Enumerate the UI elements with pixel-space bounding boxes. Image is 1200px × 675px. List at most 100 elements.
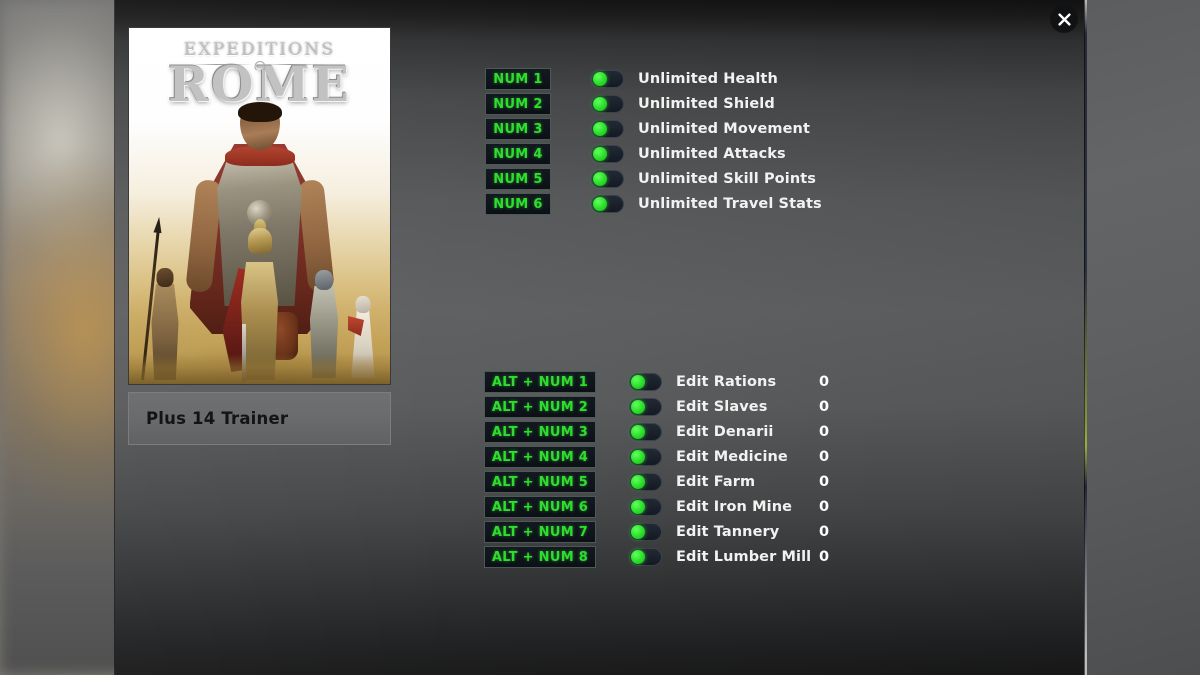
hotkey-button[interactable]: ALT + NUM 3 [484,421,596,443]
cheat-label: Edit Farm [676,474,756,490]
background-blur-left [0,0,130,675]
cheat-value[interactable]: 0 [819,449,829,465]
background-right-edge-strip [1084,0,1087,675]
cheat-row: ALT + NUM 5 Edit Farm 0 [484,471,829,493]
cheat-value[interactable]: 0 [819,524,829,540]
cheat-row: ALT + NUM 6 Edit Iron Mine 0 [484,496,829,518]
cheat-toggle[interactable] [591,195,624,213]
cheat-row: NUM 1 Unlimited Health [485,68,822,90]
cheat-value[interactable]: 0 [819,424,829,440]
close-icon [1057,12,1071,26]
cheat-value[interactable]: 0 [819,374,829,390]
robed-head [355,296,371,313]
cover-ground [129,354,390,384]
hotkey-button[interactable]: NUM 5 [485,168,551,190]
cheat-toggle[interactable] [591,120,624,138]
cheat-label: Edit Lumber Mill [676,549,812,565]
toggle-knob [631,375,645,389]
screenshot-stage: EXPEDITIONS ROME Plus 14 Trainer NUM 1 U… [0,0,1200,675]
cheat-label: Unlimited Skill Points [638,171,816,187]
hotkey-button[interactable]: NUM 4 [485,143,551,165]
toggle-knob [593,72,607,86]
cheat-toggle[interactable] [591,95,624,113]
cheat-label: Unlimited Attacks [638,146,786,162]
toggle-knob [631,550,645,564]
hotkey-button[interactable]: NUM 2 [485,93,551,115]
toggle-knob [631,525,645,539]
close-button[interactable] [1050,5,1078,33]
cheat-label: Unlimited Health [638,71,778,87]
cheat-toggle[interactable] [629,373,662,391]
hotkey-button[interactable]: ALT + NUM 7 [484,521,596,543]
cheat-value[interactable]: 0 [819,474,829,490]
toggle-knob [631,475,645,489]
hotkey-button[interactable]: ALT + NUM 6 [484,496,596,518]
cheat-row: ALT + NUM 4 Edit Medicine 0 [484,446,829,468]
spearman-head [156,268,174,287]
cheat-value[interactable]: 0 [819,499,829,515]
trainer-name-bar: Plus 14 Trainer [128,392,391,445]
cheat-label: Edit Denarii [676,424,774,440]
hotkey-button[interactable]: NUM 1 [485,68,551,90]
trainer-dialog: EXPEDITIONS ROME Plus 14 Trainer NUM 1 U… [115,0,1084,675]
game-cover-art: EXPEDITIONS ROME [128,27,391,385]
spear-tip [153,216,164,234]
toggle-knob [593,122,607,136]
cheat-row: ALT + NUM 7 Edit Tannery 0 [484,521,829,543]
hotkey-button[interactable]: ALT + NUM 2 [484,396,596,418]
cheat-toggle[interactable] [591,70,624,88]
cheat-row: ALT + NUM 8 Edit Lumber Mill 0 [484,546,829,568]
cover-laurel-icon [254,61,265,72]
cover-title-block: EXPEDITIONS ROME [129,42,390,110]
cheat-toggle[interactable] [629,398,662,416]
cheat-toggle[interactable] [629,548,662,566]
hotkey-button[interactable]: NUM 6 [485,193,551,215]
hotkey-button[interactable]: ALT + NUM 4 [484,446,596,468]
toggle-knob [593,172,607,186]
general-hair [237,102,282,122]
cheat-value[interactable]: 0 [819,399,829,415]
background-right [1084,0,1200,675]
cheat-list-primary: NUM 1 Unlimited Health NUM 2 Unlimited S… [485,68,822,218]
cheat-label: Edit Medicine [676,449,788,465]
hotkey-button[interactable]: ALT + NUM 5 [484,471,596,493]
hotkey-button[interactable]: ALT + NUM 8 [484,546,596,568]
cheat-toggle[interactable] [629,523,662,541]
hotkey-button[interactable]: ALT + NUM 1 [484,371,596,393]
cover-rule-right [264,64,327,65]
toggle-knob [631,400,645,414]
legionary-head [315,270,333,290]
toggle-knob [631,500,645,514]
cheat-row: NUM 6 Unlimited Travel Stats [485,193,822,215]
cheat-label: Edit Iron Mine [676,499,793,515]
cheat-value[interactable]: 0 [819,549,829,565]
cheat-row: ALT + NUM 1 Edit Rations 0 [484,371,829,393]
cheat-label: Edit Rations [676,374,777,390]
centurion-helmet [247,228,272,254]
cheat-label: Edit Tannery [676,524,780,540]
cheat-list-editors: ALT + NUM 1 Edit Rations 0 ALT + NUM 2 E… [484,371,829,571]
cheat-toggle[interactable] [629,473,662,491]
hotkey-button[interactable]: NUM 3 [485,118,551,140]
cheat-toggle[interactable] [591,145,624,163]
cheat-toggle[interactable] [591,170,624,188]
cheat-label: Unlimited Movement [638,121,810,137]
cheat-toggle[interactable] [629,423,662,441]
cheat-label: Unlimited Travel Stats [638,196,822,212]
cheat-label: Unlimited Shield [638,96,775,112]
cheat-toggle[interactable] [629,498,662,516]
toggle-knob [631,450,645,464]
cheat-row: ALT + NUM 3 Edit Denarii 0 [484,421,829,443]
cheat-row: NUM 5 Unlimited Skill Points [485,168,822,190]
cheat-label: Edit Slaves [676,399,768,415]
toggle-knob [631,425,645,439]
cheat-toggle[interactable] [629,448,662,466]
toggle-knob [593,97,607,111]
toggle-knob [593,197,607,211]
cheat-row: ALT + NUM 2 Edit Slaves 0 [484,396,829,418]
cheat-row: NUM 4 Unlimited Attacks [485,143,822,165]
trainer-name-label: Plus 14 Trainer [146,409,289,428]
cheat-row: NUM 3 Unlimited Movement [485,118,822,140]
cover-rule-left [191,64,254,65]
toggle-knob [593,147,607,161]
